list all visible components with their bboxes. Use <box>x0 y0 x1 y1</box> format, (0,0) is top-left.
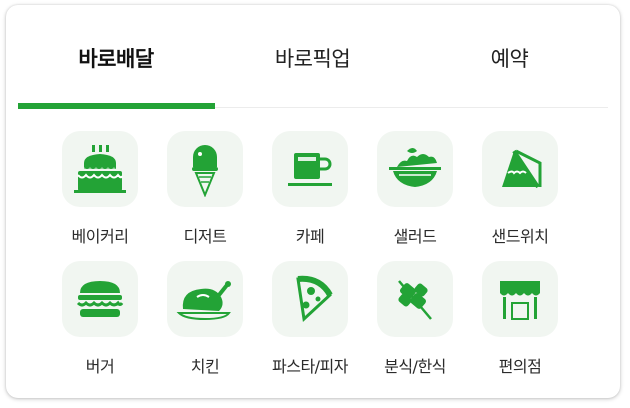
skewer-icon <box>389 273 441 325</box>
cake-icon <box>70 143 130 195</box>
tab-delivery[interactable]: 바로배달 <box>18 43 214 83</box>
roast-chicken-icon <box>175 275 235 323</box>
category-snack-korean[interactable]: 분식/한식 <box>365 261 465 385</box>
category-label: 편의점 <box>498 357 542 376</box>
category-tile <box>272 261 348 337</box>
category-label: 샌드위치 <box>491 227 549 246</box>
category-tile <box>482 261 558 337</box>
category-label: 샐러드 <box>393 227 437 246</box>
category-label: 베이커리 <box>71 227 129 246</box>
ice-cream-icon <box>183 141 227 197</box>
category-cafe[interactable]: 카페 <box>260 131 360 255</box>
category-chicken[interactable]: 치킨 <box>155 261 255 385</box>
pizza-slice-icon <box>284 273 336 325</box>
tab-pickup[interactable]: 바로픽업 <box>214 43 411 83</box>
active-tab-indicator <box>18 103 215 109</box>
category-tile <box>482 131 558 207</box>
category-tile <box>272 131 348 207</box>
salad-bowl-icon <box>385 145 445 193</box>
category-tile <box>377 261 453 337</box>
category-bakery[interactable]: 베이커리 <box>50 131 150 255</box>
tab-bar: 바로배달 바로픽업 예약 <box>18 5 608 109</box>
category-label: 분식/한식 <box>384 357 446 376</box>
tab-reservation[interactable]: 예약 <box>411 43 608 83</box>
category-label: 카페 <box>295 227 325 246</box>
category-label: 디저트 <box>183 227 227 246</box>
category-pasta-pizza[interactable]: 파스타/피자 <box>260 261 360 385</box>
category-burger[interactable]: 버거 <box>50 261 150 385</box>
category-convenience-store[interactable]: 편의점 <box>470 261 570 385</box>
sandwich-icon <box>494 143 546 195</box>
category-tile <box>377 131 453 207</box>
category-salad[interactable]: 샐러드 <box>365 131 465 255</box>
coffee-cup-icon <box>284 143 336 195</box>
category-label: 버거 <box>85 357 115 376</box>
store-awning-icon <box>494 273 546 325</box>
category-tile <box>167 261 243 337</box>
category-label: 파스타/피자 <box>272 357 349 376</box>
category-card: 바로배달 바로픽업 예약 베이커리 디저트 카페 샐러드 샌드위치 버거 치킨 … <box>6 5 620 398</box>
category-tile <box>62 261 138 337</box>
category-sandwich[interactable]: 샌드위치 <box>470 131 570 255</box>
category-tile <box>167 131 243 207</box>
category-tile <box>62 131 138 207</box>
burger-icon <box>72 275 128 323</box>
category-dessert[interactable]: 디저트 <box>155 131 255 255</box>
category-label: 치킨 <box>190 357 220 376</box>
